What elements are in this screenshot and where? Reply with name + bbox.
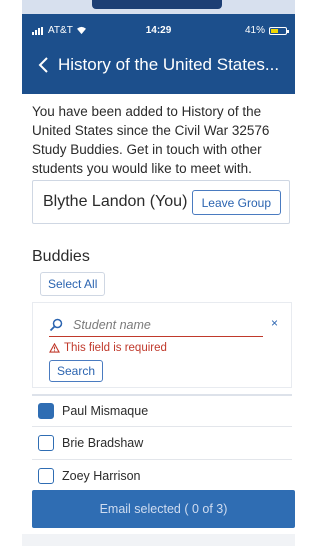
intro-text: You have been added to History of the Un… <box>32 104 270 176</box>
page-title: History of the United States... <box>58 55 280 74</box>
list-item[interactable]: Paul Mismaque <box>32 394 292 427</box>
clear-search-button[interactable]: × <box>271 316 278 330</box>
battery-level <box>271 28 278 33</box>
error-text: This field is required <box>64 342 167 354</box>
search-panel: × This field is required Search <box>32 302 292 388</box>
current-user-card: Blythe Landon (You) Leave Group <box>32 180 290 224</box>
screenshot-top-strip <box>22 0 295 14</box>
phone-screen: AT&T 14:29 41% History of the United Sta… <box>22 0 295 546</box>
search-field <box>49 313 263 337</box>
student-checkbox[interactable] <box>38 435 54 451</box>
student-checkbox[interactable] <box>38 468 54 484</box>
student-name: Brie Bradshaw <box>62 436 144 450</box>
top-strip-decoration <box>92 0 222 9</box>
bottom-safe-area <box>22 534 295 546</box>
warning-icon <box>49 343 60 353</box>
status-bar: AT&T 14:29 41% <box>22 14 295 42</box>
app-header: AT&T 14:29 41% History of the United Sta… <box>22 14 295 94</box>
list-item[interactable]: Brie Bradshaw <box>32 427 292 460</box>
search-icon <box>49 318 63 331</box>
select-all-button[interactable]: Select All <box>40 272 106 296</box>
current-user-name: Blythe Landon (You) <box>43 193 188 210</box>
student-name-input[interactable] <box>73 317 253 332</box>
back-button[interactable] <box>28 50 58 80</box>
status-right: 41% <box>244 25 289 36</box>
list-item[interactable]: Zoey Harrison <box>32 460 292 493</box>
chevron-left-icon <box>38 57 48 73</box>
battery-icon <box>269 26 289 35</box>
student-name: Zoey Harrison <box>62 469 141 483</box>
nav-bar: History of the United States... <box>22 50 295 80</box>
student-list: Paul Mismaque Brie Bradshaw Zoey Harriso… <box>32 394 292 493</box>
email-selected-button[interactable]: Email selected ( 0 of 3) <box>32 490 295 528</box>
main-content: You have been added to History of the Un… <box>22 94 295 546</box>
student-checkbox[interactable] <box>38 403 54 419</box>
validation-error: This field is required <box>49 342 167 354</box>
leave-group-button[interactable]: Leave Group <box>191 190 281 215</box>
battery-percent: 41% <box>244 25 265 36</box>
search-button[interactable]: Search <box>49 360 104 382</box>
buddies-heading: Buddies <box>32 248 90 265</box>
student-name: Paul Mismaque <box>62 404 149 418</box>
